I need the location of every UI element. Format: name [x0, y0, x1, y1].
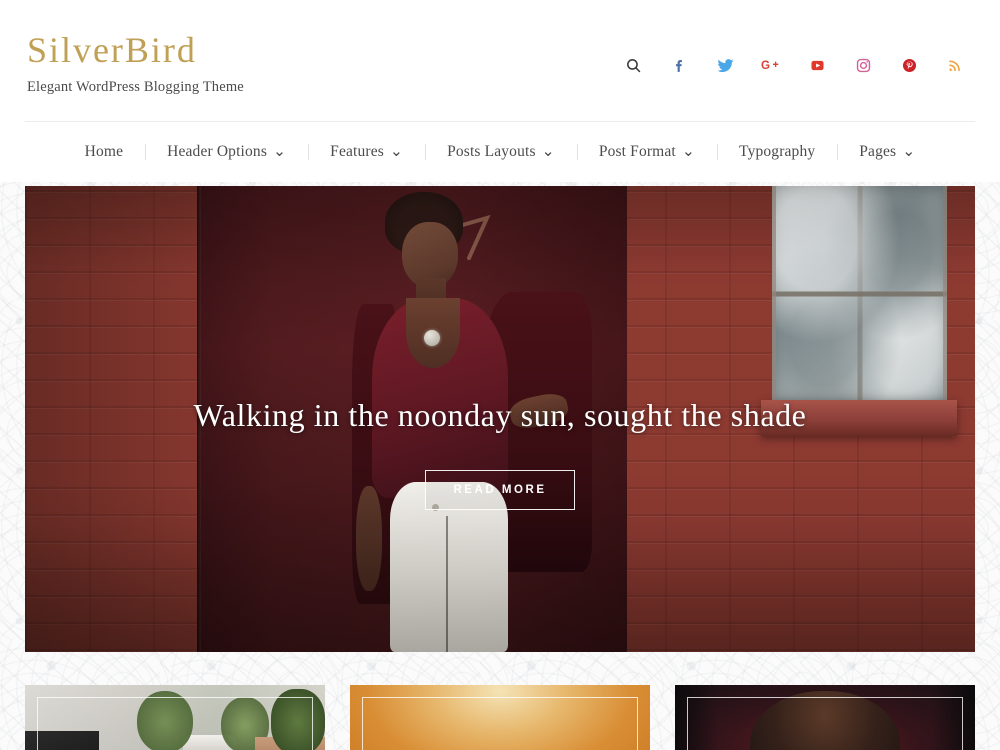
nav-item-typography[interactable]: Typography — [717, 143, 837, 161]
site-tagline: Elegant WordPress Blogging Theme — [27, 79, 244, 96]
post-card-2[interactable] — [350, 685, 650, 750]
svg-text:G: G — [761, 60, 770, 72]
instagram-icon[interactable] — [851, 53, 875, 77]
nav-item-pages[interactable]: Pages ⌄ — [837, 143, 937, 161]
facebook-icon[interactable] — [667, 53, 691, 77]
nav-item-header-options[interactable]: Header Options ⌄ — [145, 143, 308, 161]
nav-item-home[interactable]: Home — [63, 143, 146, 161]
rss-icon[interactable] — [943, 53, 967, 77]
search-icon[interactable] — [621, 53, 645, 77]
main-navigation: Home Header Options ⌄ Features ⌄ Posts L… — [0, 122, 1000, 182]
hero-content: Walking in the noonday sun, sought the s… — [25, 396, 975, 511]
site-title[interactable]: SilverBird — [27, 31, 244, 70]
nav-label: Posts Layouts — [447, 143, 536, 160]
pinterest-icon[interactable] — [897, 53, 921, 77]
chevron-down-icon: ⌄ — [681, 143, 696, 161]
nav-item-post-format[interactable]: Post Format ⌄ — [577, 143, 717, 161]
youtube-icon[interactable] — [805, 53, 829, 77]
nav-list: Home Header Options ⌄ Features ⌄ Posts L… — [63, 143, 938, 161]
nav-label: Header Options — [167, 143, 268, 160]
nav-label: Home — [84, 143, 124, 160]
google-plus-icon[interactable]: G — [759, 53, 783, 77]
hero-slide[interactable]: Walking in the noonday sun, sought the s… — [25, 186, 975, 652]
twitter-icon[interactable] — [713, 53, 737, 77]
post-thumbnail-grid — [25, 685, 975, 750]
nav-label: Pages — [859, 143, 897, 160]
chevron-down-icon: ⌄ — [273, 143, 287, 161]
social-links: G — [621, 51, 975, 77]
hero-section: Walking in the noonday sun, sought the s… — [0, 182, 1000, 652]
site-branding[interactable]: SilverBird Elegant WordPress Blogging Th… — [25, 31, 244, 97]
nav-label: Features — [330, 143, 384, 160]
post-card-3[interactable] — [675, 685, 975, 750]
nav-item-features[interactable]: Features ⌄ — [308, 143, 425, 161]
chevron-down-icon: ⌄ — [902, 143, 916, 161]
chevron-down-icon: ⌄ — [389, 143, 404, 161]
page-wrapper: SilverBird Elegant WordPress Blogging Th… — [0, 0, 1000, 750]
header-divider — [25, 121, 975, 122]
chevron-down-icon: ⌄ — [541, 143, 555, 161]
nav-item-posts-layouts[interactable]: Posts Layouts ⌄ — [425, 143, 577, 161]
read-more-button[interactable]: READ MORE — [425, 470, 575, 511]
nav-label: Typography — [739, 143, 816, 160]
hero-title: Walking in the noonday sun, sought the s… — [193, 397, 807, 433]
nav-label: Post Format — [598, 143, 676, 160]
post-card-frame — [362, 697, 638, 750]
post-card-frame — [687, 697, 963, 750]
post-card-frame — [37, 697, 313, 750]
post-card-1[interactable] — [25, 685, 325, 750]
site-header: SilverBird Elegant WordPress Blogging Th… — [0, 0, 1000, 122]
